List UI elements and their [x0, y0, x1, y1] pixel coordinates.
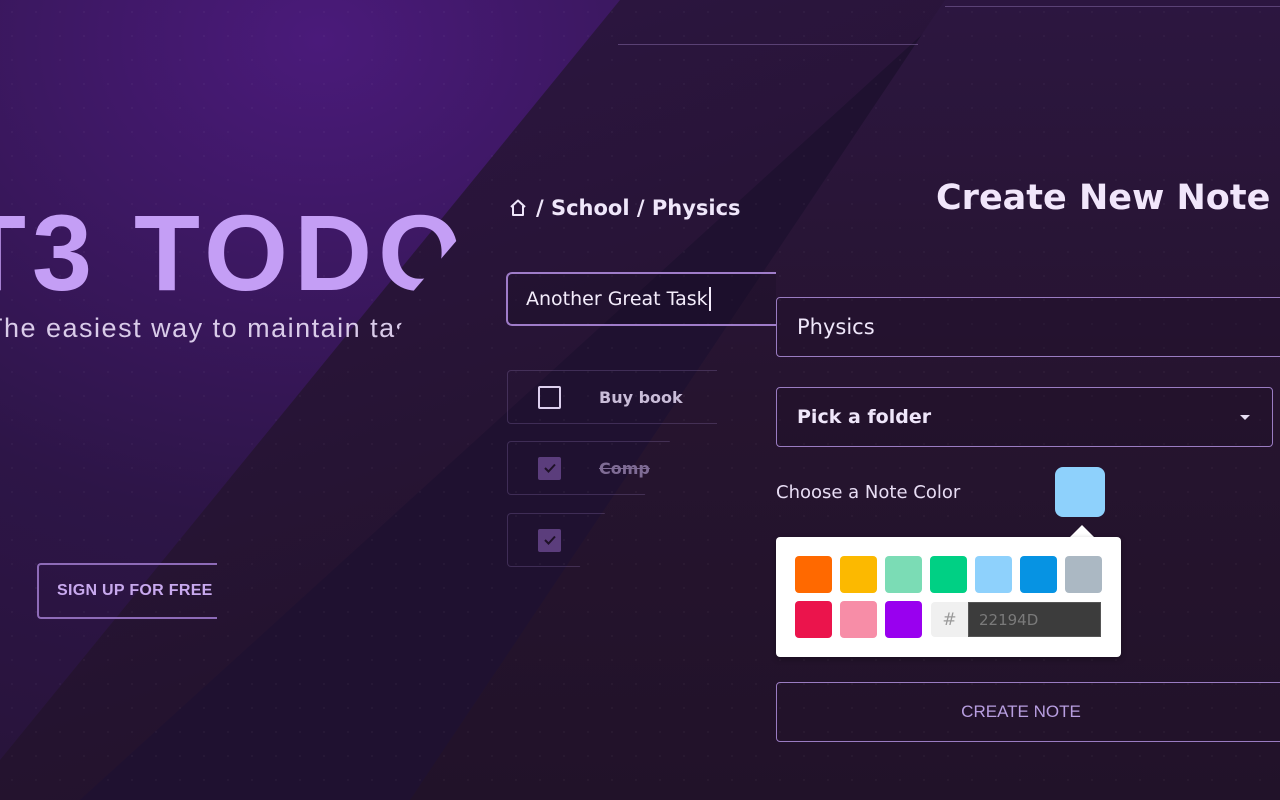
selected-color-swatch[interactable]	[1055, 467, 1105, 517]
text-caret	[708, 287, 711, 311]
color-swatch[interactable]	[1020, 556, 1057, 593]
divider	[945, 6, 1280, 7]
breadcrumb: / School / Physics	[508, 196, 741, 220]
picker-arrow	[1070, 525, 1094, 537]
breadcrumb-path[interactable]: / School / Physics	[536, 196, 741, 220]
chevron-down-icon	[1240, 414, 1250, 420]
task-label: Buy book	[599, 387, 683, 407]
note-name-value: Physics	[797, 315, 875, 339]
hex-color-input[interactable]: 22194D	[968, 602, 1101, 637]
task-checkbox[interactable]	[538, 528, 561, 552]
task-label: Comp	[599, 458, 650, 478]
color-swatch[interactable]	[840, 601, 877, 638]
color-swatch[interactable]	[885, 556, 922, 593]
color-swatch[interactable]	[975, 556, 1012, 593]
task-checkbox[interactable]	[538, 385, 561, 409]
create-note-button[interactable]: CREATE NOTE	[776, 682, 1280, 742]
new-task-input[interactable]: Another Great Task	[506, 272, 776, 326]
new-task-input-value: Another Great Task	[526, 288, 708, 310]
home-icon[interactable]	[508, 198, 528, 218]
color-swatch[interactable]	[930, 556, 967, 593]
color-label: Choose a Note Color	[776, 482, 961, 503]
hex-placeholder: 22194D	[979, 610, 1039, 629]
note-name-input[interactable]: Physics	[776, 297, 1280, 357]
task-checkbox[interactable]	[538, 456, 561, 480]
signup-button[interactable]: SIGN UP FOR FREE	[37, 563, 217, 619]
color-swatch[interactable]	[1065, 556, 1102, 593]
check-icon	[543, 463, 556, 473]
task-item[interactable]: Buy book	[507, 370, 717, 424]
folder-select[interactable]: Pick a folder	[776, 387, 1273, 447]
color-swatch[interactable]	[795, 601, 832, 638]
hero-subtitle: The easiest way to maintain tasks	[0, 313, 441, 343]
divider	[618, 44, 918, 45]
folder-select-label: Pick a folder	[797, 406, 932, 428]
color-swatch[interactable]	[885, 601, 922, 638]
color-picker-popover: # 22194D	[776, 537, 1121, 657]
check-icon	[543, 535, 556, 545]
color-swatch[interactable]	[795, 556, 832, 593]
hero-title: T3 TODO	[0, 192, 469, 313]
page-title: Create New Note	[936, 178, 1271, 218]
hex-prefix: #	[931, 602, 968, 637]
color-swatch[interactable]	[840, 556, 877, 593]
